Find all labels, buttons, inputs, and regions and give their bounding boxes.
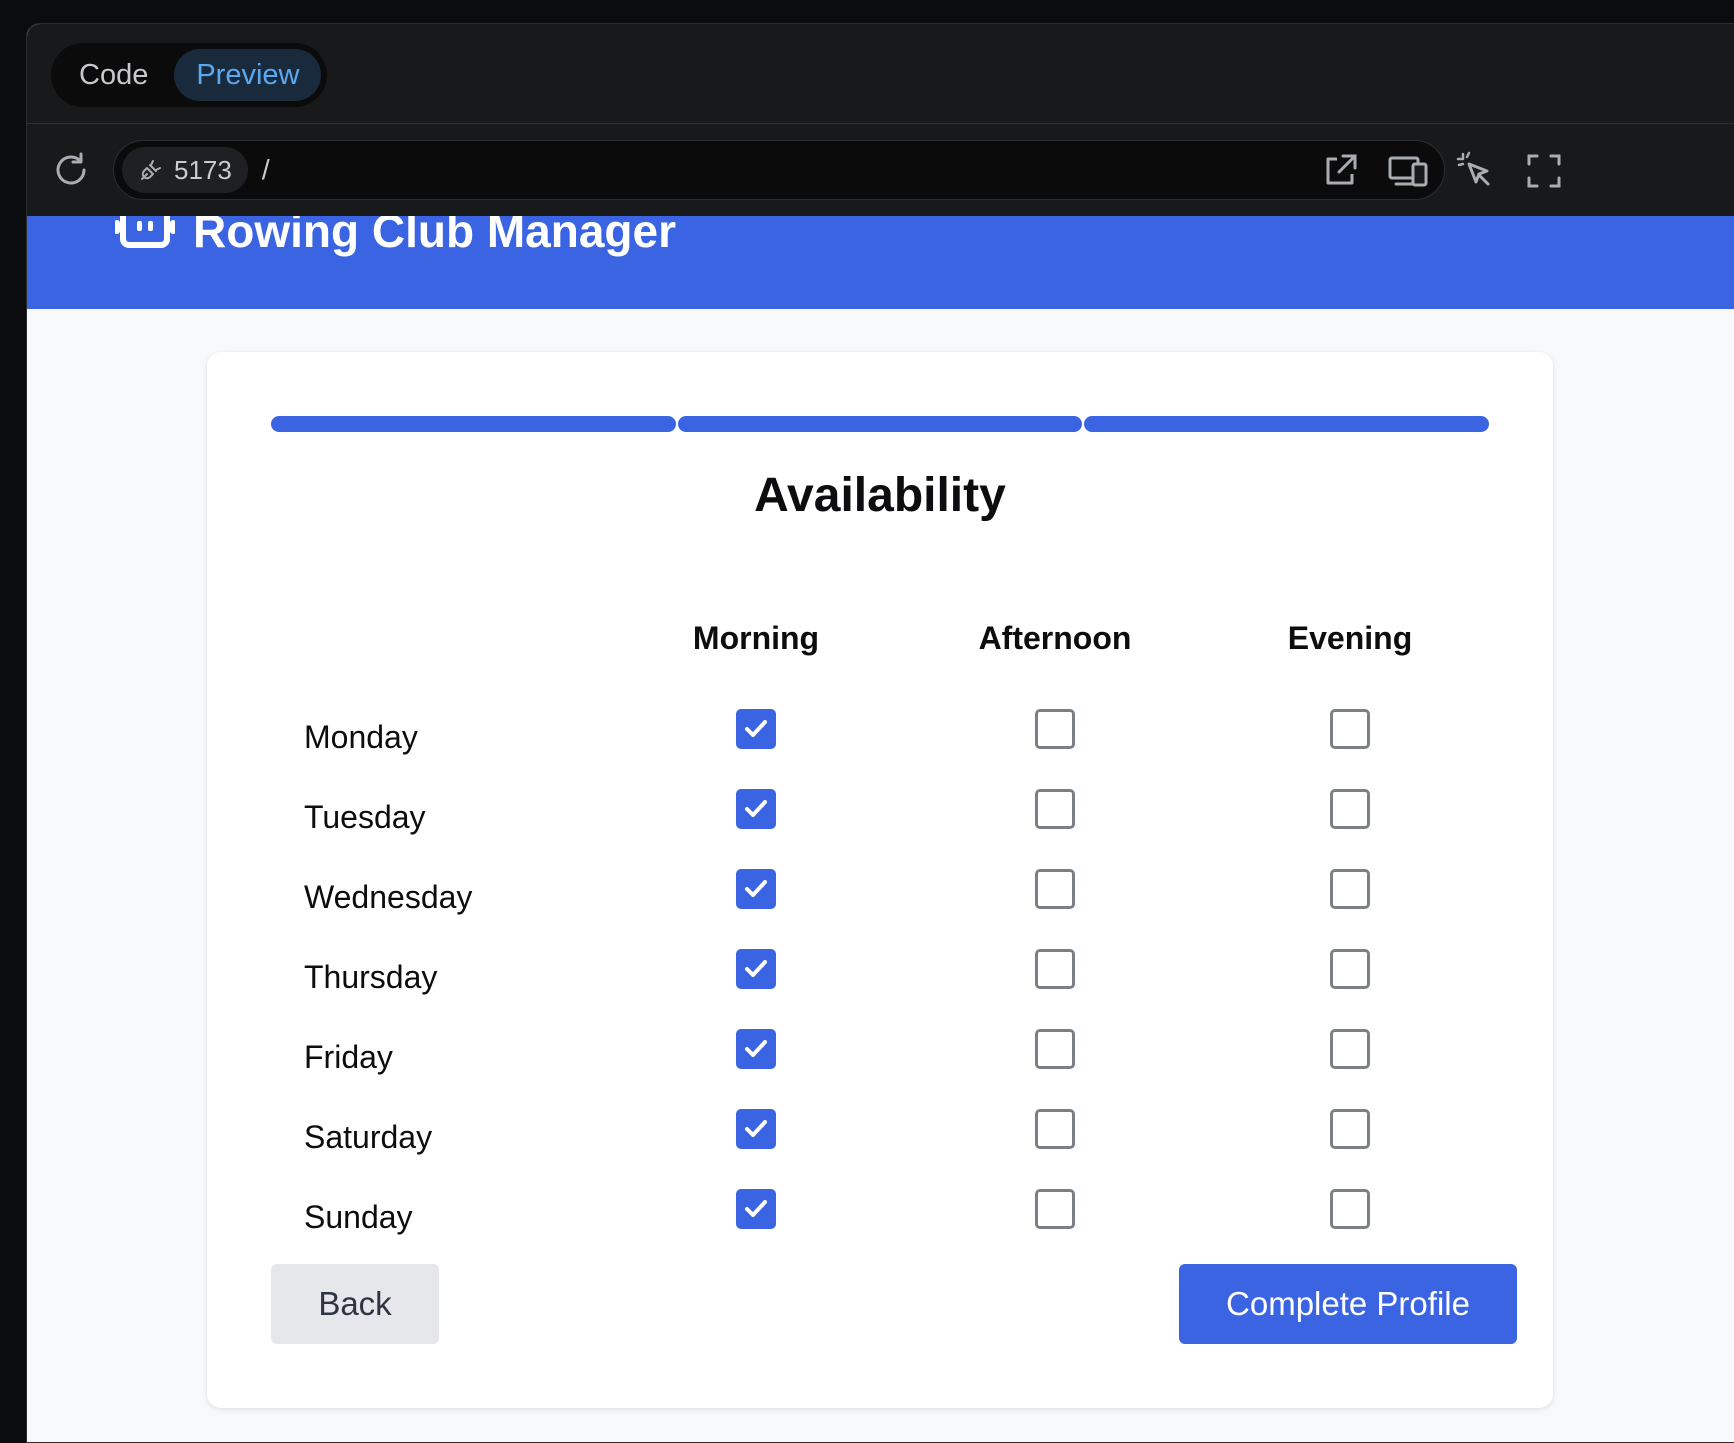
app-header: Rowing Club Manager [27, 216, 1734, 309]
tab-preview[interactable]: Preview [174, 49, 322, 101]
checkbox-evening[interactable] [1330, 1109, 1370, 1149]
checkbox-afternoon[interactable] [1035, 1029, 1075, 1069]
checkbox-afternoon[interactable] [1035, 789, 1075, 829]
checkmark-icon [745, 720, 767, 737]
preview-toolbar [1319, 150, 1734, 192]
view-toggle: Code Preview [51, 43, 328, 107]
day-label: Thursday [304, 959, 438, 995]
back-button[interactable]: Back [271, 1264, 439, 1344]
checkbox-morning[interactable] [736, 949, 776, 989]
availability-row: Tuesday [207, 789, 1553, 849]
checkbox-evening[interactable] [1330, 1189, 1370, 1229]
checkmark-icon [745, 960, 767, 977]
app-title: Rowing Club Manager [193, 216, 676, 257]
responsive-devices-icon[interactable] [1387, 150, 1429, 192]
robot-icon [115, 216, 175, 248]
checkbox-afternoon[interactable] [1035, 949, 1075, 989]
reload-icon[interactable] [51, 150, 91, 190]
progress-step-2 [677, 416, 1083, 432]
availability-row: Friday [207, 1029, 1553, 1089]
checkmark-icon [745, 880, 767, 897]
checkmark-icon [745, 800, 767, 817]
complete-profile-button[interactable]: Complete Profile [1179, 1264, 1517, 1344]
availability-row: Wednesday [207, 869, 1553, 929]
checkbox-evening[interactable] [1330, 949, 1370, 989]
availability-row: Thursday [207, 949, 1553, 1009]
port-badge[interactable]: 5173 [122, 147, 248, 193]
day-label: Saturday [304, 1119, 433, 1155]
availability-row: Sunday [207, 1189, 1553, 1249]
checkmark-icon [745, 1120, 767, 1137]
checkbox-afternoon[interactable] [1035, 709, 1075, 749]
checkbox-morning[interactable] [736, 1029, 776, 1069]
checkbox-morning[interactable] [736, 709, 776, 749]
column-header-morning: Morning [692, 620, 820, 656]
day-label: Tuesday [304, 799, 426, 835]
preview-tabbar: Code Preview [27, 24, 1734, 124]
port-number: 5173 [174, 154, 232, 185]
progress-step-3 [1084, 416, 1490, 432]
checkbox-evening[interactable] [1330, 1029, 1370, 1069]
column-header-afternoon: Afternoon [978, 620, 1132, 656]
url-path: / [261, 154, 270, 185]
step-progress-bar [271, 416, 1490, 432]
column-header-evening: Evening [1287, 620, 1413, 656]
checkbox-afternoon[interactable] [1035, 1189, 1075, 1229]
open-external-icon[interactable] [1319, 150, 1361, 192]
progress-step-1 [271, 416, 676, 432]
page-title: Availability [754, 469, 1006, 522]
element-select-icon[interactable] [1455, 150, 1497, 192]
checkbox-morning[interactable] [736, 789, 776, 829]
checkbox-evening[interactable] [1330, 709, 1370, 749]
checkmark-icon [745, 1040, 767, 1057]
plug-icon [141, 160, 161, 180]
day-label: Wednesday [304, 879, 473, 915]
availability-row: Monday [207, 709, 1553, 769]
checkbox-afternoon[interactable] [1035, 1109, 1075, 1149]
day-label: Monday [304, 719, 418, 755]
checkmark-icon [745, 1200, 767, 1217]
checkbox-morning[interactable] [736, 869, 776, 909]
checkbox-morning[interactable] [736, 1189, 776, 1229]
day-label: Sunday [304, 1199, 413, 1235]
availability-row: Saturday [207, 1109, 1553, 1169]
address-bar-row: 5173 / [27, 124, 1734, 216]
availability-card: Availability Morning Afternoon Evening M… [207, 352, 1553, 1408]
day-label: Friday [304, 1039, 393, 1075]
checkbox-evening[interactable] [1330, 789, 1370, 829]
checkbox-morning[interactable] [736, 1109, 776, 1149]
browser-window: Code Preview 5173 / Rowing Club Manager … [26, 23, 1734, 1443]
url-field[interactable]: 5173 / [113, 140, 1445, 200]
checkbox-afternoon[interactable] [1035, 869, 1075, 909]
tab-code[interactable]: Code [57, 49, 170, 101]
checkbox-evening[interactable] [1330, 869, 1370, 909]
app-brand[interactable]: Rowing Club Manager [115, 216, 676, 258]
fullscreen-icon[interactable] [1523, 150, 1565, 192]
